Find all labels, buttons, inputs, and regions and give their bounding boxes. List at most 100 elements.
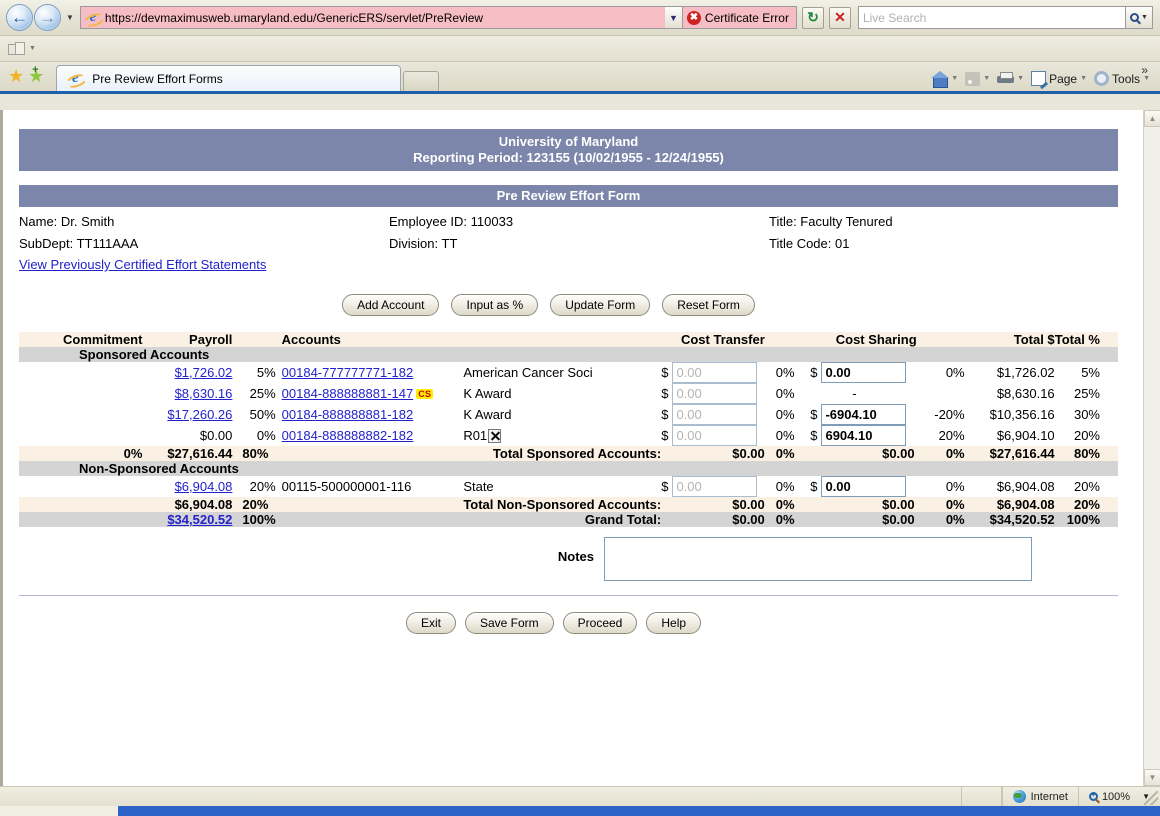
cell-total-pct: 25% bbox=[1055, 383, 1118, 404]
total-payroll: $27,616.44 bbox=[150, 446, 238, 461]
favorites-star-icon[interactable]: ★ bbox=[8, 67, 24, 85]
compatibility-view-icon[interactable] bbox=[8, 41, 25, 57]
header-accounts: Accounts bbox=[282, 332, 454, 347]
cell-description: State bbox=[453, 476, 661, 497]
cost-sharing-input[interactable] bbox=[821, 362, 906, 383]
cost-transfer-input[interactable] bbox=[672, 383, 757, 404]
grand-cost-transfer: $0.00 bbox=[661, 512, 773, 527]
cell-commitment bbox=[19, 425, 150, 446]
header-total-dollar: Total $ bbox=[971, 332, 1055, 347]
search-go-button[interactable]: ▼ bbox=[1126, 6, 1153, 29]
add-account-button[interactable]: Add Account bbox=[342, 294, 439, 316]
url-history-chevron-down-icon[interactable]: ▼ bbox=[665, 6, 683, 29]
search-input[interactable]: Live Search bbox=[858, 6, 1126, 29]
header-description bbox=[453, 332, 661, 347]
header-cost-transfer-pct bbox=[773, 332, 810, 347]
back-arrow-icon[interactable]: ← bbox=[6, 4, 33, 31]
proceed-button[interactable]: Proceed bbox=[563, 612, 638, 634]
add-to-favorites-icon[interactable]: ★ bbox=[28, 67, 44, 85]
url-field[interactable]: https://devmaximusweb.umaryland.edu/Gene… bbox=[80, 6, 665, 29]
notes-textarea[interactable] bbox=[604, 537, 1032, 581]
certificate-error-icon: ✖ bbox=[687, 11, 701, 25]
cost-sharing-input[interactable] bbox=[821, 476, 906, 497]
cell-payroll-pct: 50% bbox=[238, 404, 281, 425]
print-chevron-down-icon[interactable]: ▼ bbox=[1017, 75, 1024, 82]
stop-icon[interactable]: ✕ bbox=[829, 7, 851, 29]
grand-cost-transfer-pct: 0% bbox=[773, 512, 810, 527]
command-overflow-icon[interactable]: » bbox=[1141, 63, 1148, 77]
search-provider-chevron-down-icon[interactable]: ▼ bbox=[1141, 14, 1148, 21]
cost-sharing-input[interactable] bbox=[821, 425, 906, 446]
cost-transfer-input[interactable] bbox=[672, 404, 757, 425]
reset-form-button[interactable]: Reset Form bbox=[662, 294, 755, 316]
home-chevron-down-icon[interactable]: ▼ bbox=[951, 75, 958, 82]
cell-description: K Award bbox=[453, 404, 661, 425]
exit-button[interactable]: Exit bbox=[406, 612, 456, 634]
total-cost-transfer: $0.00 bbox=[661, 497, 773, 512]
grand-payroll-link[interactable]: $34,520.52 bbox=[167, 512, 232, 527]
cost-sharing-input[interactable] bbox=[821, 404, 906, 425]
table-row: $1,726.02 5% 00184-777777771-182 America… bbox=[19, 362, 1118, 383]
forward-arrow-icon[interactable]: → bbox=[34, 4, 61, 31]
view-previously-certified-link[interactable]: View Previously Certified Effort Stateme… bbox=[19, 253, 266, 272]
tab-pre-review-effort-forms[interactable]: Pre Review Effort Forms bbox=[56, 65, 401, 91]
grand-total-dollar: $34,520.52 bbox=[971, 512, 1055, 527]
save-form-button[interactable]: Save Form bbox=[465, 612, 554, 634]
total-payroll-pct: 80% bbox=[238, 446, 281, 461]
new-tab-button[interactable] bbox=[403, 71, 439, 91]
security-zone[interactable]: Internet bbox=[1002, 787, 1078, 807]
total-total-pct: 20% bbox=[1055, 497, 1118, 512]
home-button[interactable]: ▼ bbox=[930, 72, 960, 86]
feeds-chevron-down-icon[interactable]: ▼ bbox=[983, 75, 990, 82]
recent-pages-chevron-down-icon[interactable]: ▼ bbox=[66, 14, 74, 22]
cost-transfer-input[interactable] bbox=[672, 476, 757, 497]
vertical-scrollbar[interactable]: ▲ ▼ bbox=[1143, 110, 1160, 786]
update-form-button[interactable]: Update Form bbox=[550, 294, 650, 316]
feeds-button[interactable]: ▼ bbox=[963, 72, 992, 86]
refresh-icon[interactable]: ↻ bbox=[802, 7, 824, 29]
url-text: https://devmaximusweb.umaryland.edu/Gene… bbox=[105, 11, 483, 25]
payroll-amount-link[interactable]: $1,726.02 bbox=[175, 365, 233, 380]
account-number-link[interactable]: 00184-777777771-182 bbox=[282, 365, 414, 380]
payroll-amount-link[interactable]: $6,904.08 bbox=[175, 479, 233, 494]
cell-total-dollar: $8,630.16 bbox=[971, 383, 1055, 404]
input-as-percent-button[interactable]: Input as % bbox=[451, 294, 538, 316]
reporting-period: Reporting Period: 123155 (10/02/1955 - 1… bbox=[19, 150, 1118, 166]
table-row: $0.00 0% 00184-888888882-182 R01 $ bbox=[19, 425, 1118, 446]
scroll-down-icon[interactable]: ▼ bbox=[1144, 769, 1160, 786]
scroll-up-icon[interactable]: ▲ bbox=[1144, 110, 1160, 127]
header-payroll: Payroll bbox=[150, 332, 238, 347]
grand-cost-sharing-pct: 0% bbox=[925, 512, 971, 527]
header-cost-sharing-pct bbox=[925, 332, 971, 347]
navigation-buttons: ← → ▼ bbox=[4, 4, 80, 31]
help-button[interactable]: Help bbox=[646, 612, 701, 634]
dollar-sign: $ bbox=[661, 386, 668, 401]
print-button[interactable]: ▼ bbox=[995, 72, 1026, 86]
payroll-amount-link[interactable]: $17,260.26 bbox=[167, 407, 232, 422]
payroll-amount-link[interactable]: $8,630.16 bbox=[175, 386, 233, 401]
cost-transfer-input[interactable] bbox=[672, 425, 757, 446]
dollar-sign: $ bbox=[810, 428, 817, 443]
cost-transfer-input[interactable] bbox=[672, 362, 757, 383]
dollar-sign: $ bbox=[810, 365, 817, 380]
cell-cost-sharing-pct: 0% bbox=[925, 476, 971, 497]
total-total-pct: 80% bbox=[1055, 446, 1118, 461]
cell-total-dollar: $1,726.02 bbox=[971, 362, 1055, 383]
page-chevron-down-icon[interactable]: ▼ bbox=[1080, 75, 1087, 82]
browser-command-bar: ▼ ▼ ▼ Page ▼ Tools ▼ » bbox=[930, 71, 1152, 86]
account-number-link[interactable]: 00184-888888882-182 bbox=[282, 428, 414, 443]
page-menu-button[interactable]: Page ▼ bbox=[1029, 71, 1089, 86]
compatibility-chevron-down-icon[interactable]: ▼ bbox=[29, 45, 36, 52]
page-viewport: University of Maryland Reporting Period:… bbox=[0, 110, 1160, 786]
header-cost-sharing: Cost Sharing bbox=[810, 332, 924, 347]
cell-commitment bbox=[19, 404, 150, 425]
account-number-link[interactable]: 00184-888888881-147 bbox=[282, 386, 414, 401]
total-row-non-sponsored: $6,904.08 20% Total Non-Sponsored Accoun… bbox=[19, 497, 1118, 512]
total-label: Total Sponsored Accounts: bbox=[453, 446, 661, 461]
account-number-link[interactable]: 00184-888888881-182 bbox=[282, 407, 414, 422]
certificate-error-badge[interactable]: ✖ Certificate Error bbox=[683, 6, 797, 29]
table-header-row: Commitment Payroll Accounts Cost Transfe… bbox=[19, 332, 1118, 347]
cell-cost-sharing-pct: -20% bbox=[925, 404, 971, 425]
resize-grip[interactable] bbox=[1144, 791, 1158, 805]
dollar-sign: $ bbox=[810, 479, 817, 494]
